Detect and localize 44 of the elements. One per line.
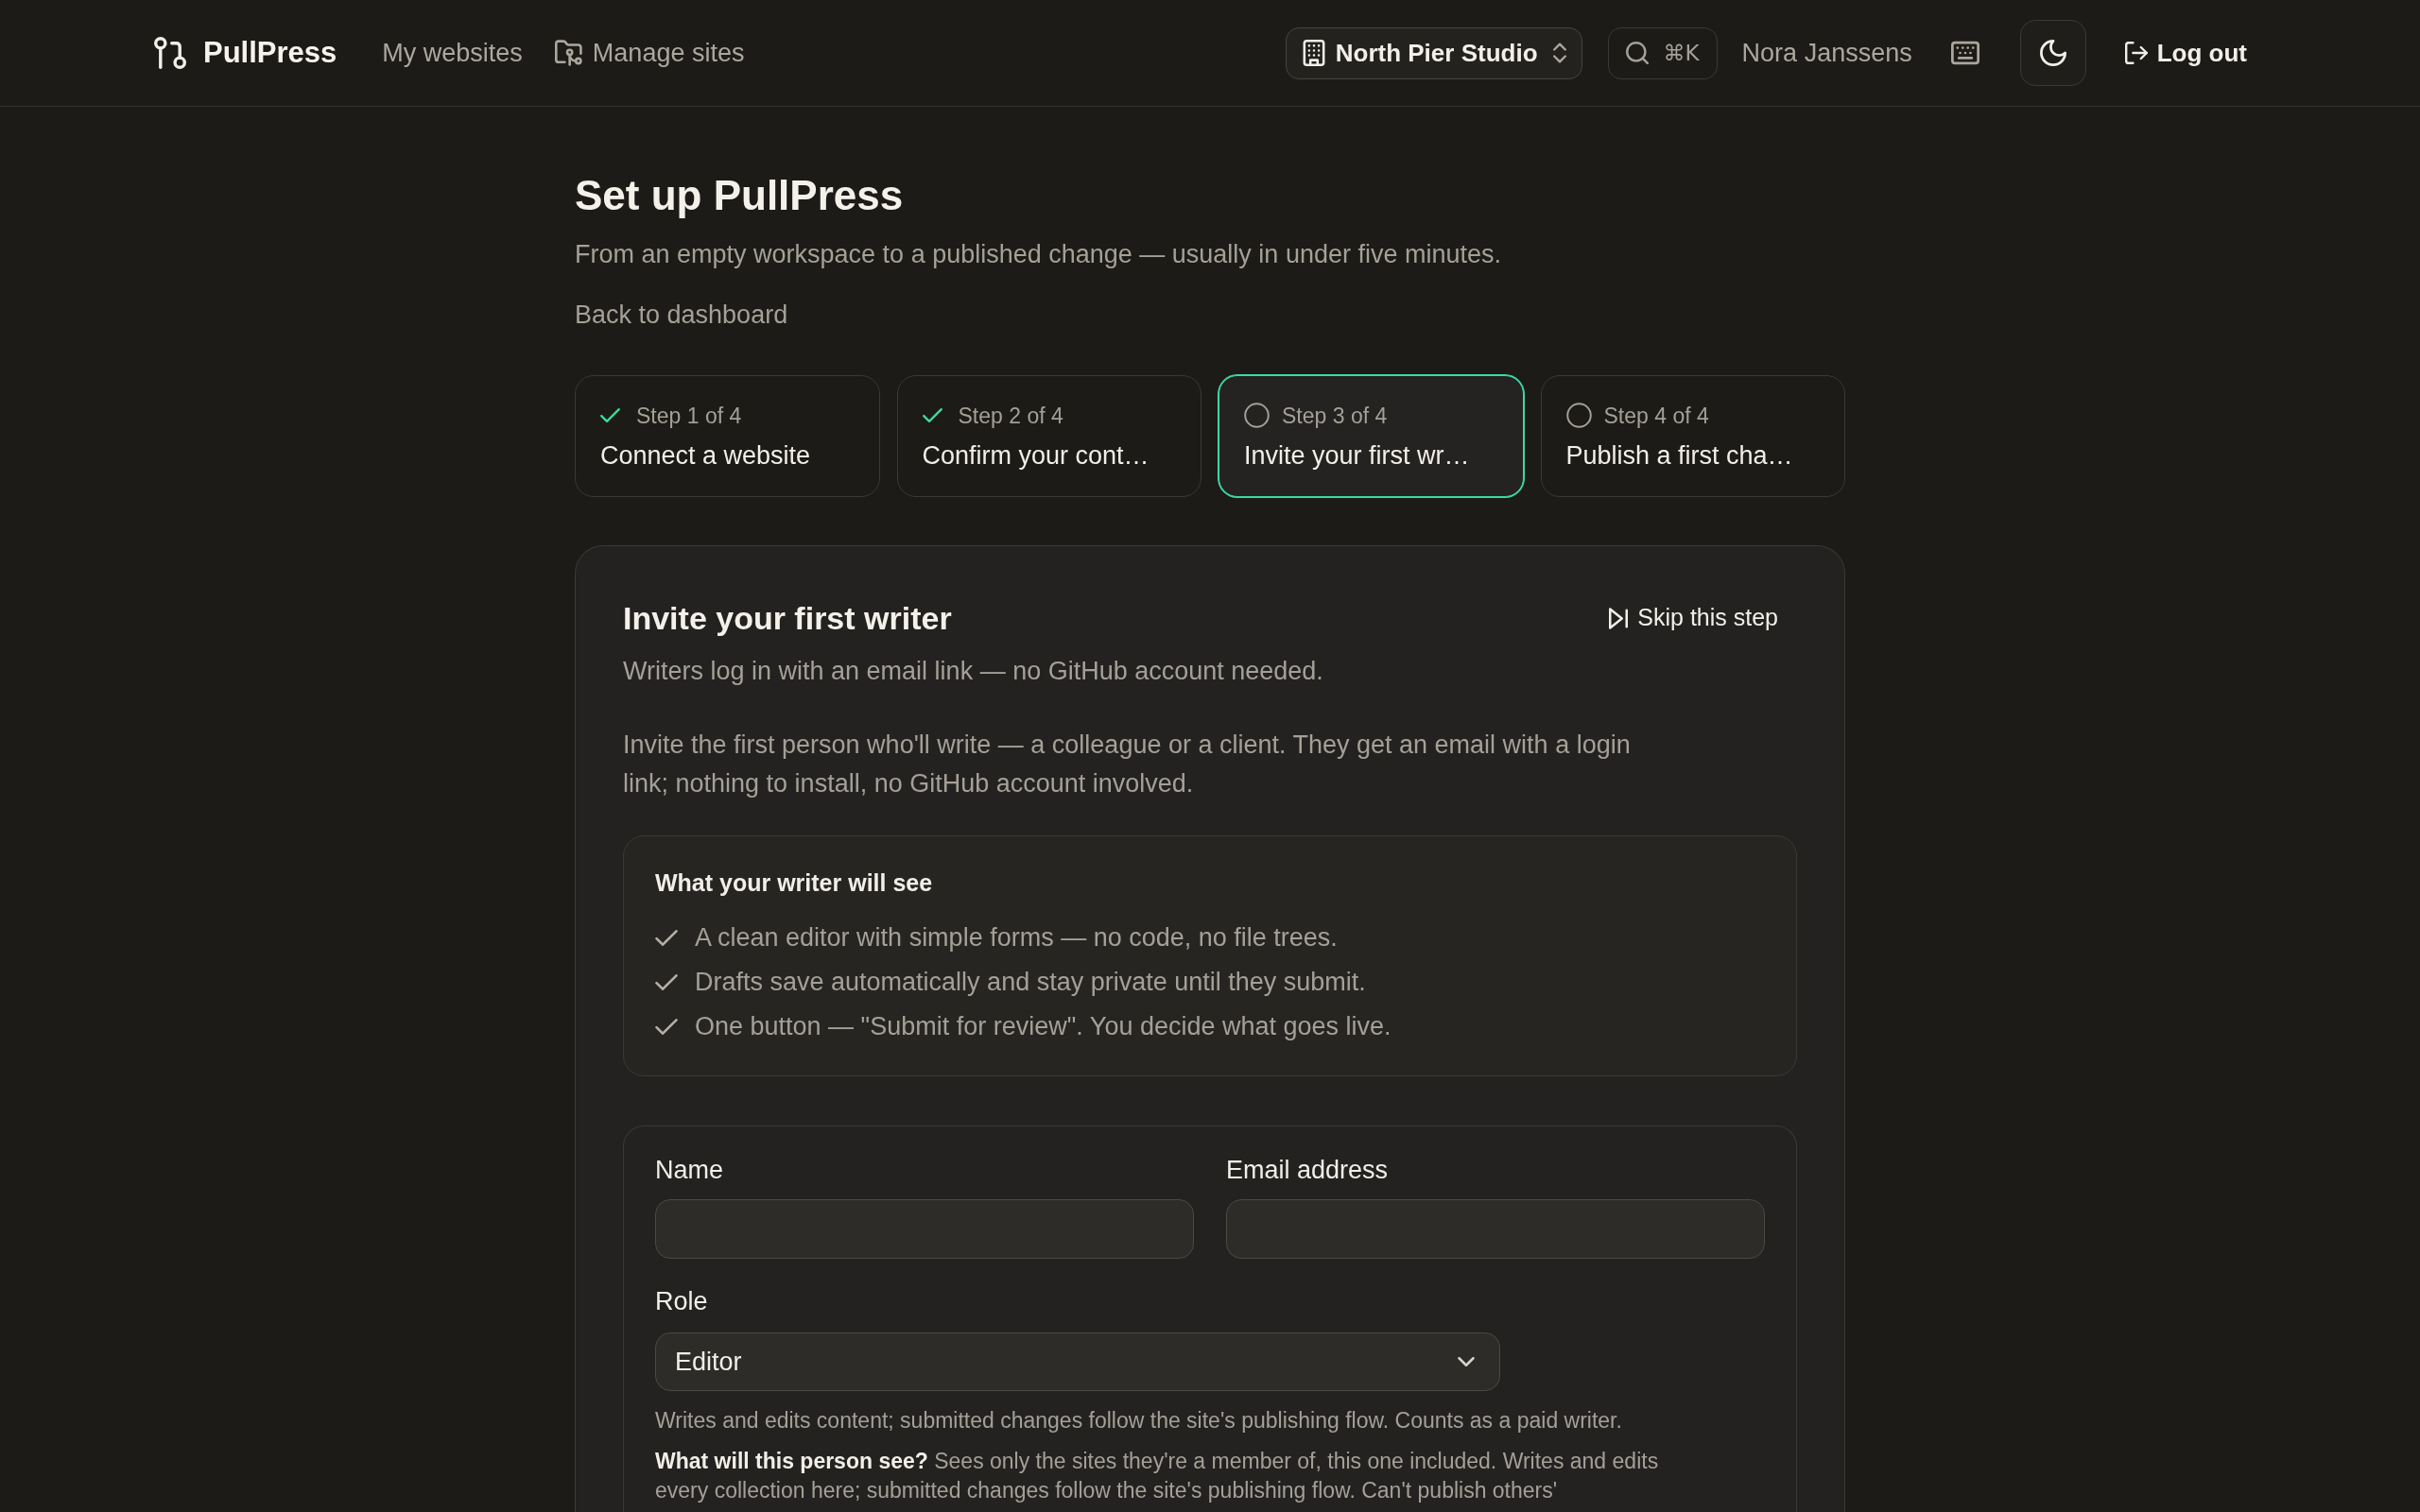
preview-item: Drafts save automatically and stay private until they submit. [695,967,1366,998]
chevrons-up-down-icon [1552,43,1566,63]
skip-forward-icon [1609,607,1629,629]
moon-icon [2039,40,2066,66]
visibility-note: What will this person see? Sees only the sites they're a member of, this one included. Writes and edits every collection here; submitted changes follow the site's publishing flow. Can't publish others' [655,1448,1660,1504]
user-name: Nora Janssens [1741,37,1912,69]
logout-button[interactable]: Log out [2124,34,2247,72]
nav-link[interactable]: Manage sites [554,33,745,73]
card-intro: Invite the first person who'll write — a colleague or a client. They get an email with a login link; nothing to install, no GitHub account involved. [623,730,1632,799]
step-tab[interactable]: Step 4 of 4 Publish a first cha… [1540,375,1845,497]
text-input[interactable] [1226,1199,1765,1259]
step-tab[interactable]: Step 3 of 4 Invite your first wr… [1219,375,1524,497]
folder-icon [554,40,583,66]
step-tab[interactable]: Step 1 of 4 Connect a website [575,375,880,497]
workspace-switcher[interactable]: North Pier Studio [1285,26,1582,79]
card-lead: Writers log in with an email link — no GitHub account needed. [623,656,1324,687]
pull-request-icon [154,36,186,70]
role-select[interactable]: Editor [655,1332,1500,1391]
check-icon [655,929,678,946]
keyboard-icon[interactable] [1950,41,1979,65]
panel-title: What your writer will see [655,868,934,898]
building-icon [1301,40,1326,66]
home-link[interactable]: PullPress [154,30,337,76]
skip-step-button[interactable]: Skip this step [1590,597,1797,639]
search-button[interactable]: ⌘K [1607,26,1718,79]
field-label: Role [655,1287,708,1315]
chevron-down-icon [1458,1357,1475,1366]
text-input[interactable] [655,1199,1194,1259]
check-icon [655,973,678,990]
page-subtitle: From an empty workspace to a published change — usually in under five minutes. [575,239,1501,270]
step-tab[interactable]: Step 2 of 4 Confirm your cont… [896,375,1201,497]
preview-item: One button — "Submit for review". You decide what goes live. [695,1011,1392,1042]
card-title: Invite your first writer [623,599,952,638]
back-link[interactable]: Back to dashboard [575,298,788,332]
nav-link[interactable]: My websites [382,33,523,73]
page-title: Set up PullPress [575,171,904,220]
search-icon [1625,42,1649,64]
check-icon [655,1018,678,1035]
role-help-text: Writes and edits content; submitted changes follow the site's publishing flow. Counts as a paid writer. [655,1407,1623,1435]
field-label: Name [655,1155,724,1186]
theme-toggle-button[interactable] [2019,20,2086,86]
field-label: Email address [1226,1155,1389,1186]
preview-item: A clean editor with simple forms — no code, no file trees. [695,922,1338,954]
log-out-icon [2124,42,2148,64]
